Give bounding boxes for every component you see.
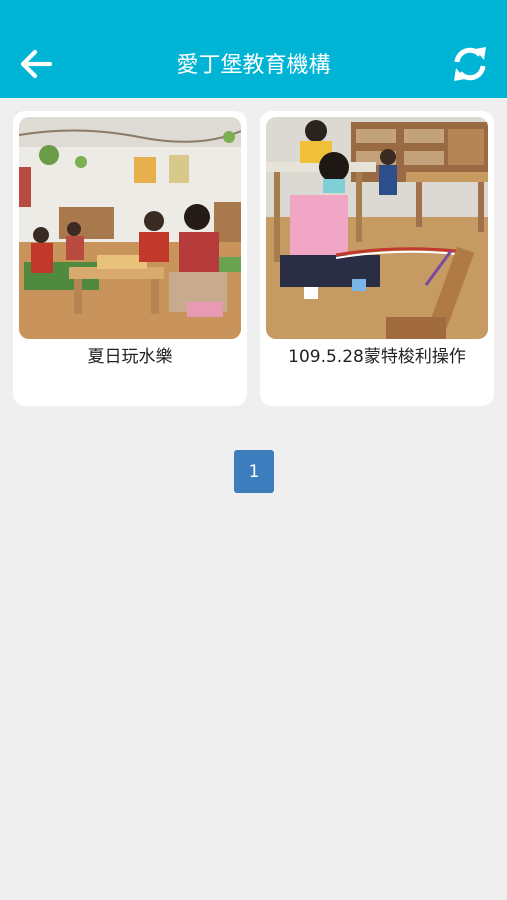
page-title: 愛丁堡教育機構 bbox=[176, 53, 331, 78]
refresh-icon bbox=[450, 44, 490, 88]
back-button[interactable] bbox=[14, 44, 58, 88]
album-photo[interactable] bbox=[19, 117, 241, 339]
album-photo[interactable] bbox=[266, 117, 488, 339]
arrow-left-icon bbox=[18, 46, 54, 86]
album-card[interactable]: 109.5.28蒙特梭利操作 bbox=[260, 111, 494, 406]
album-caption: 109.5.28蒙特梭利操作 bbox=[288, 347, 466, 367]
refresh-button[interactable] bbox=[446, 42, 494, 90]
page-1-button[interactable]: 1 bbox=[234, 450, 274, 493]
album-caption: 夏日玩水樂 bbox=[87, 347, 173, 367]
album-card[interactable]: 夏日玩水樂 bbox=[13, 111, 247, 406]
app-header: 愛丁堡教育機構 bbox=[0, 0, 507, 98]
